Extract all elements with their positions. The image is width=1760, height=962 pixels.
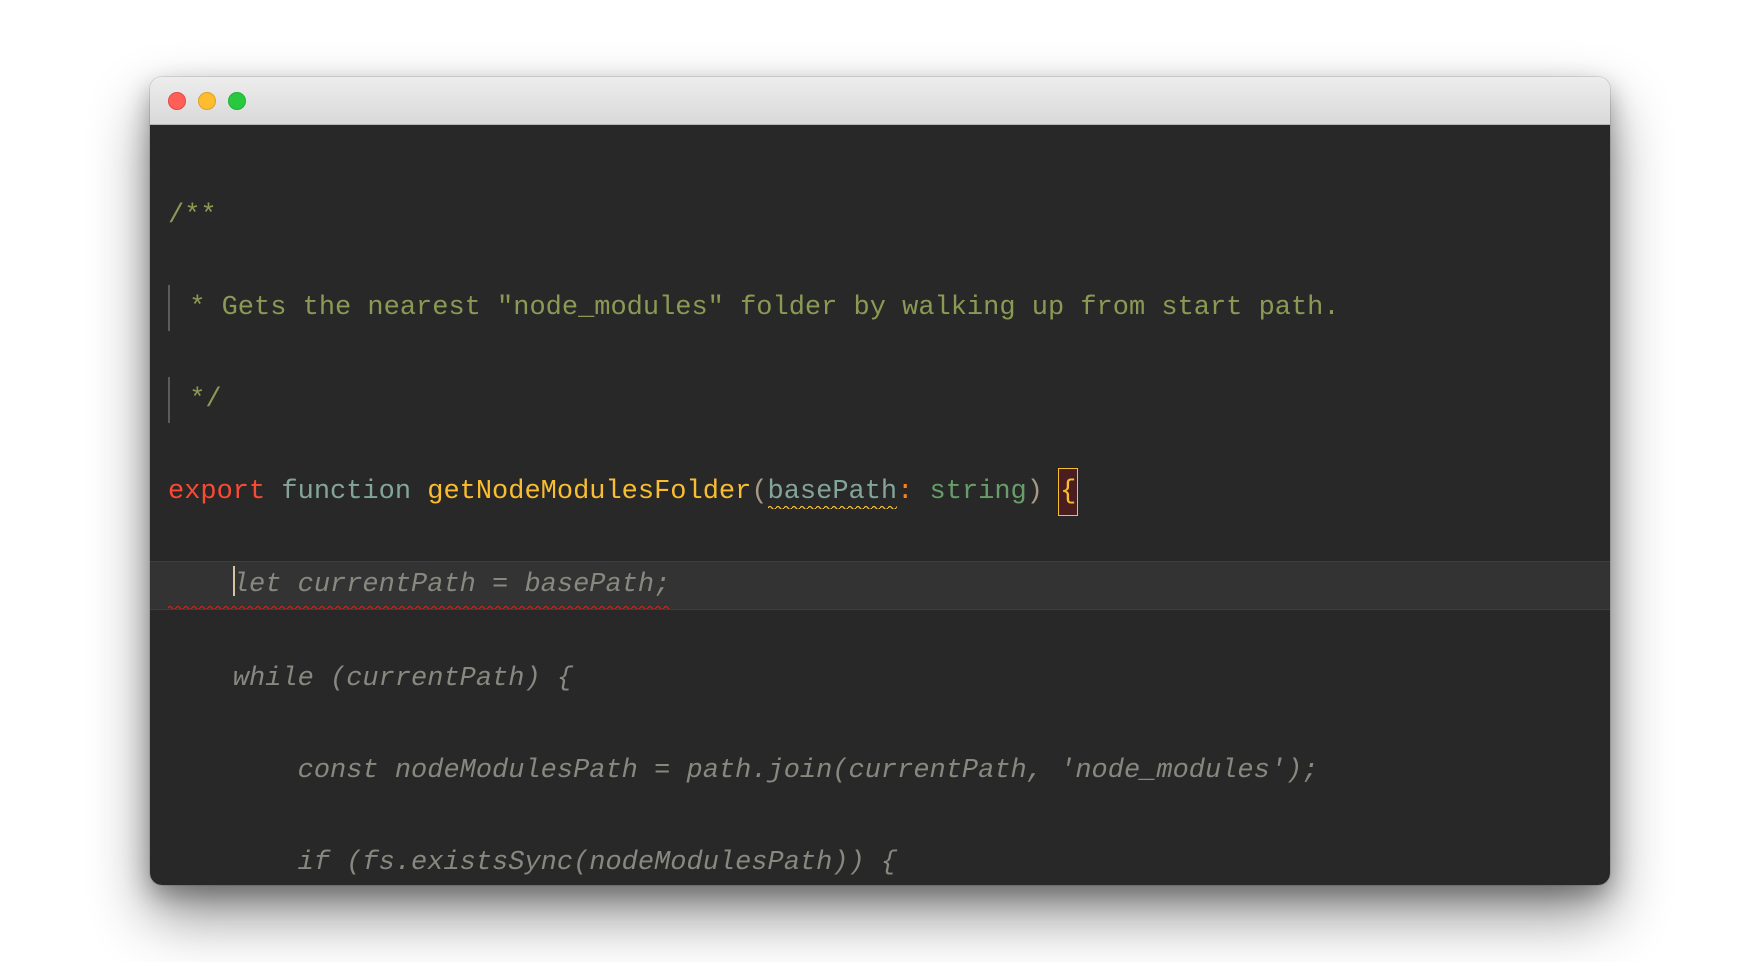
code-line: */ <box>168 377 1592 423</box>
keyword-function: function <box>281 477 411 507</box>
doc-comment: */ <box>173 385 222 415</box>
doc-comment: /** <box>168 201 217 231</box>
ghost-suggestion: const nodeModulesPath = path.join(curren… <box>298 756 1319 786</box>
ghost-suggestion: while (currentPath) { <box>233 664 573 694</box>
indent <box>168 664 233 694</box>
indent <box>168 570 233 600</box>
code-editor[interactable]: /** * Gets the nearest "node_modules" fo… <box>150 125 1610 885</box>
keyword-export: export <box>168 477 265 507</box>
close-icon[interactable] <box>168 92 186 110</box>
titlebar[interactable] <box>150 77 1610 125</box>
paren-close: ) <box>1027 477 1043 507</box>
editor-window: /** * Gets the nearest "node_modules" fo… <box>150 77 1610 885</box>
code-line: export function getNodeModulesFolder(bas… <box>168 469 1592 515</box>
paren-open: ( <box>751 477 767 507</box>
minimize-icon[interactable] <box>198 92 216 110</box>
indent <box>168 848 298 878</box>
code-line: while (currentPath) { <box>168 656 1592 702</box>
param-name: basePath <box>768 477 898 509</box>
code-line: * Gets the nearest "node_modules" folder… <box>168 285 1592 331</box>
code-line: /** <box>168 193 1592 239</box>
zoom-icon[interactable] <box>228 92 246 110</box>
error-squiggle: let currentPath = basePath; <box>168 562 670 609</box>
function-name: getNodeModulesFolder <box>427 477 751 507</box>
ghost-suggestion: let currentPath = basePath; <box>233 570 670 600</box>
type-colon: : <box>897 477 913 507</box>
param-type: string <box>930 477 1027 507</box>
code-line-current: let currentPath = basePath; <box>150 561 1610 610</box>
ghost-suggestion: if (fs.existsSync(nodeModulesPath)) { <box>298 848 898 878</box>
code-line: if (fs.existsSync(nodeModulesPath)) { <box>168 840 1592 885</box>
doc-comment: * Gets the nearest "node_modules" folder… <box>173 293 1340 323</box>
doc-border: * Gets the nearest "node_modules" folder… <box>168 285 1340 331</box>
doc-border: */ <box>168 377 222 423</box>
brace-open: { <box>1059 469 1077 515</box>
indent <box>168 756 298 786</box>
code-line: const nodeModulesPath = path.join(curren… <box>168 748 1592 794</box>
